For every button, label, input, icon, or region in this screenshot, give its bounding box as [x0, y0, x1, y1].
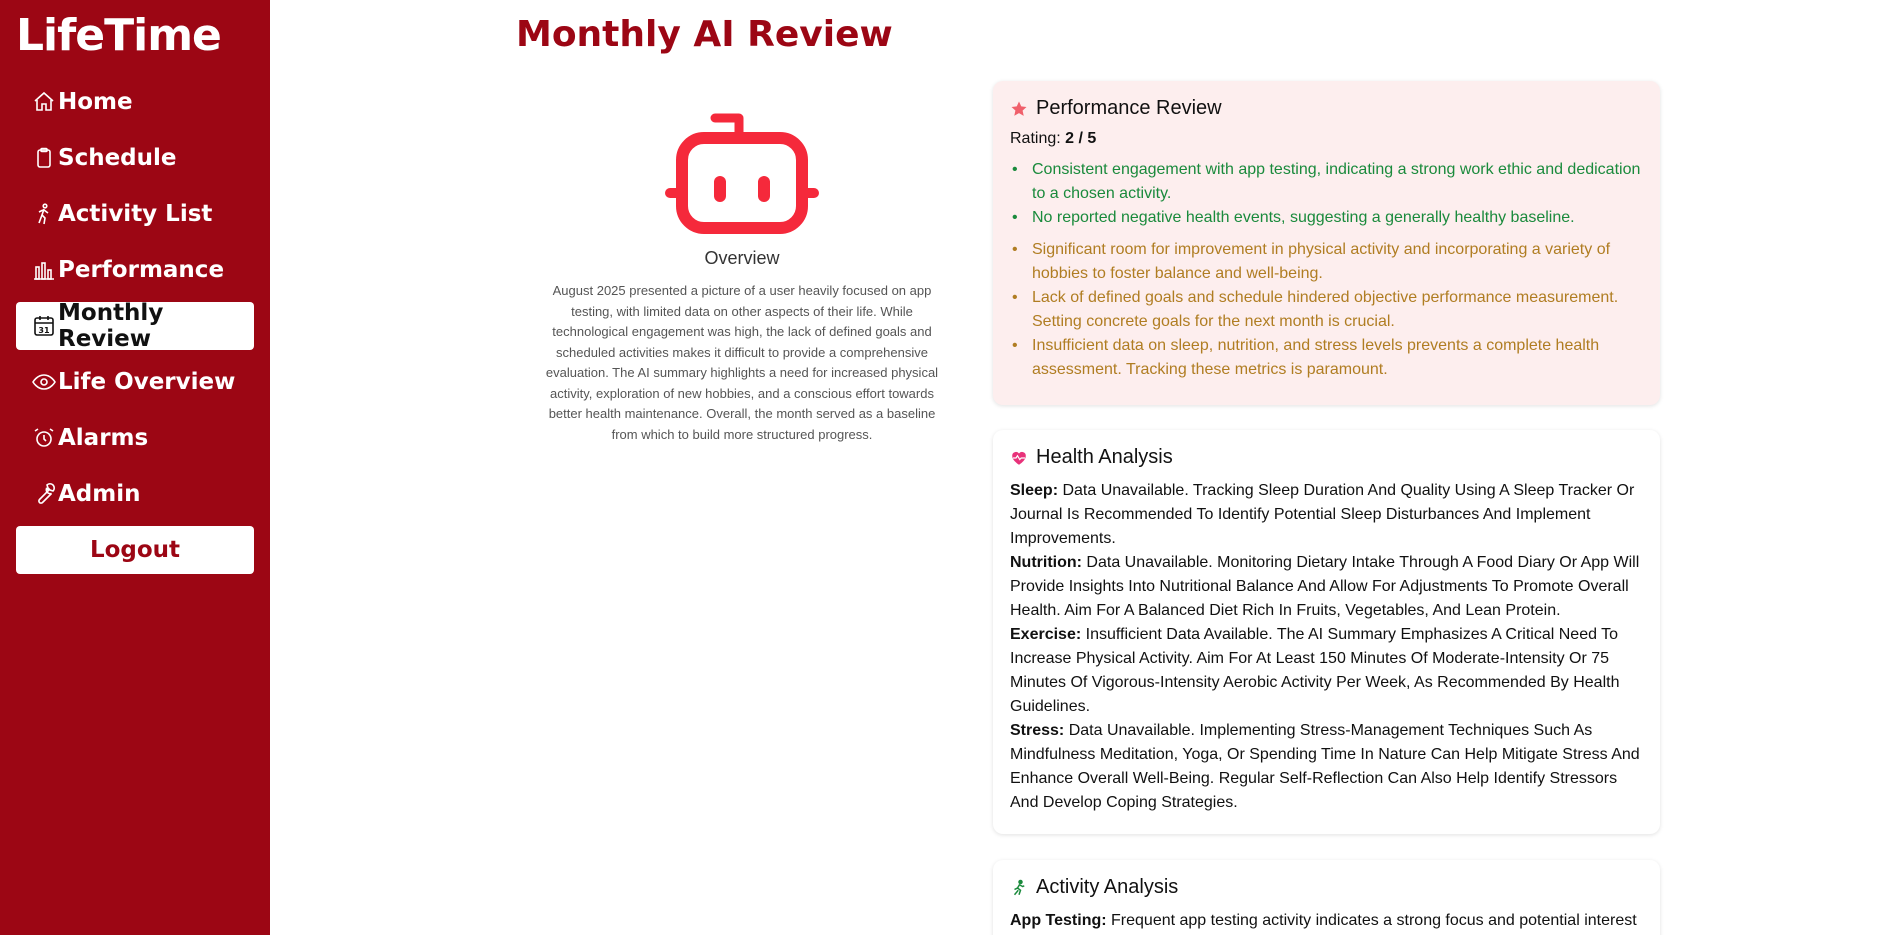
heartbeat-icon [1010, 449, 1028, 467]
sidebar-item-schedule[interactable]: Schedule [16, 134, 254, 182]
home-icon [32, 90, 56, 114]
performance-review-title: Performance Review [1036, 97, 1222, 119]
health-stress: Stress: Data Unavailable. Implementing S… [1010, 719, 1643, 815]
activity-app-testing: App Testing: Frequent app testing activi… [1010, 909, 1643, 933]
sidebar-item-life-overview[interactable]: Life Overview [16, 358, 254, 406]
alarm-clock-icon [32, 426, 56, 450]
positive-points: Consistent engagement with app testing, … [1010, 158, 1643, 230]
activity-analysis-header: Activity Analysis [1010, 876, 1643, 899]
health-exercise: Exercise: Insufficient Data Available. T… [1010, 623, 1643, 719]
sidebar-item-home[interactable]: Home [16, 78, 254, 126]
eye-icon [32, 370, 56, 394]
health-nutrition-label: Nutrition: [1010, 554, 1082, 571]
sidebar-item-label: Monthly Review [58, 300, 164, 352]
health-analysis-header: Health Analysis [1010, 446, 1643, 469]
sidebar-item-admin[interactable]: Admin [16, 470, 254, 518]
health-exercise-text: Insufficient Data Available. The AI Summ… [1010, 626, 1620, 715]
health-stress-text: Data Unavailable. Implementing Stress-Ma… [1010, 722, 1640, 811]
health-analysis-card: Health Analysis Sleep: Data Unavailable.… [993, 430, 1660, 834]
logout-button[interactable]: Logout [16, 526, 254, 574]
health-sleep-label: Sleep: [1010, 482, 1059, 499]
sidebar: LifeTime Home Schedule Activity List Per… [0, 0, 270, 935]
health-exercise-label: Exercise: [1010, 626, 1082, 643]
calendar-icon: 31 [32, 314, 56, 338]
health-analysis-title: Health Analysis [1036, 446, 1173, 468]
activity-analysis-card: Activity Analysis App Testing: Frequent … [993, 860, 1660, 935]
sidebar-item-label: Performance [58, 257, 225, 283]
wrench-icon [32, 482, 56, 506]
health-stress-label: Stress: [1010, 722, 1065, 739]
sidebar-item-performance[interactable]: Performance [16, 246, 254, 294]
sidebar-item-label: Activity List [58, 201, 213, 227]
sidebar-item-activity-list[interactable]: Activity List [16, 190, 254, 238]
sidebar-item-label: Schedule [58, 145, 177, 171]
sidebar-item-label: Home [58, 89, 133, 115]
sidebar-item-label: Life Overview [58, 369, 236, 395]
health-nutrition: Nutrition: Data Unavailable. Monitoring … [1010, 551, 1643, 623]
page-title: Monthly AI Review [516, 14, 893, 55]
sidebar-item-label: Admin [58, 481, 141, 507]
negative-point: Lack of defined goals and schedule hinde… [1010, 286, 1643, 334]
walking-icon [32, 202, 56, 226]
activity-analysis-title: Activity Analysis [1036, 876, 1179, 898]
sidebar-nav: Home Schedule Activity List Performance … [16, 78, 254, 574]
activity-app-testing-text: Frequent app testing activity indicates … [1106, 912, 1637, 929]
brand-logo[interactable]: LifeTime [16, 10, 222, 61]
running-icon [1010, 879, 1028, 897]
health-sleep: Sleep: Data Unavailable. Tracking Sleep … [1010, 479, 1643, 551]
performance-review-header: Performance Review [1010, 97, 1643, 120]
overview-text: August 2025 presented a picture of a use… [545, 283, 939, 442]
positive-point: Consistent engagement with app testing, … [1010, 158, 1643, 206]
sidebar-item-alarms[interactable]: Alarms [16, 414, 254, 462]
negative-point: Insufficient data on sleep, nutrition, a… [1010, 334, 1643, 382]
rating-label: Rating: [1010, 130, 1061, 147]
svg-text:31: 31 [38, 326, 50, 335]
overview-panel: Overview August 2025 presented a picture… [532, 108, 952, 445]
activity-app-testing-label: App Testing: [1010, 912, 1107, 929]
negative-points: Significant room for improvement in phys… [1010, 238, 1643, 382]
overview-title: Overview [704, 248, 780, 268]
negative-point: Significant room for improvement in phys… [1010, 238, 1643, 286]
health-nutrition-text: Data Unavailable. Monitoring Dietary Int… [1010, 554, 1640, 619]
rating: Rating: 2 / 5 [1010, 130, 1643, 148]
health-sleep-text: Data Unavailable. Tracking Sleep Duratio… [1010, 482, 1635, 547]
rating-value: 2 / 5 [1065, 130, 1097, 147]
positive-point: No reported negative health events, sugg… [1010, 206, 1643, 230]
star-icon [1010, 100, 1028, 118]
sidebar-item-label: Alarms [58, 425, 149, 451]
performance-review-card: Performance Review Rating: 2 / 5 Consist… [993, 81, 1660, 405]
clipboard-icon [32, 146, 56, 170]
sidebar-item-monthly-review[interactable]: 31 Monthly Review [16, 300, 254, 352]
bar-chart-icon [32, 258, 56, 282]
robot-icon [665, 113, 819, 234]
